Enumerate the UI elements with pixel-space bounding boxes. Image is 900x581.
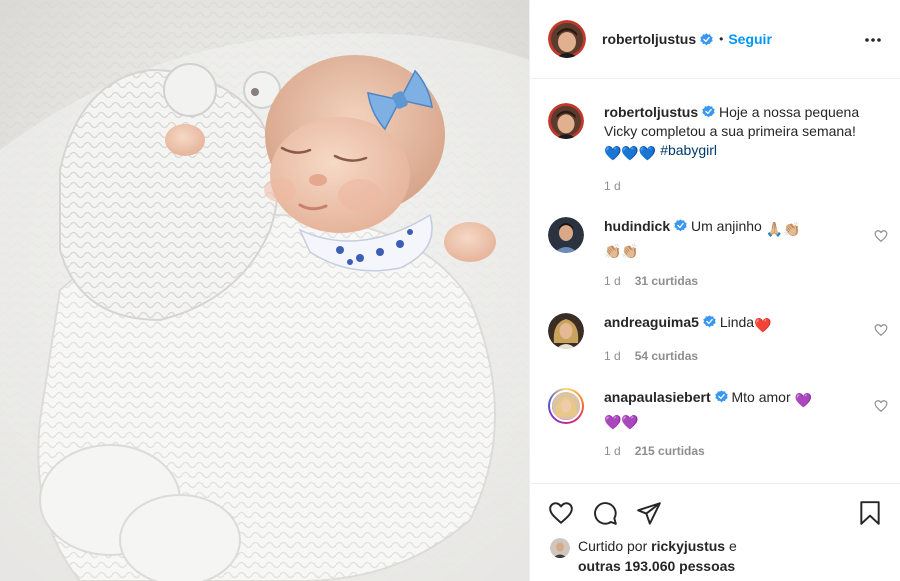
commenter-username[interactable]: andreaguima5: [604, 314, 699, 330]
caption: robertoljustus Hoje a nossa pequena Vick…: [548, 103, 888, 203]
comment-emojis: ❤️: [754, 317, 772, 333]
caption-emojis: 💙💙💙: [604, 145, 657, 161]
heart-icon[interactable]: [874, 399, 888, 413]
comments-list: robertoljustus Hoje a nossa pequena Vick…: [530, 79, 900, 483]
commenter-username[interactable]: hudindick: [604, 218, 670, 234]
post-actions: Curtido por rickyjustus e outras 193.060…: [530, 483, 900, 581]
comment-icon[interactable]: [592, 500, 618, 526]
share-icon[interactable]: [636, 500, 662, 526]
follow-button[interactable]: Seguir: [728, 31, 772, 47]
liker-username[interactable]: rickyjustus: [651, 538, 725, 554]
comment-likes[interactable]: 31 curtidas: [635, 274, 698, 288]
comment-emojis: 💜: [794, 392, 812, 408]
comment-time[interactable]: 1 d: [604, 349, 621, 363]
commenter-avatar-story-ring[interactable]: [548, 388, 584, 424]
verified-badge-icon: [674, 219, 687, 232]
comment-text: Um anjinho: [691, 218, 762, 234]
verified-badge-icon: [700, 32, 713, 45]
comment-text: Mto amor: [731, 389, 791, 405]
post-header: robertoljustus • Seguir: [530, 0, 900, 79]
commenter-avatar[interactable]: [548, 217, 584, 253]
comment-emojis: 👏🏼👏🏼: [604, 243, 639, 259]
comment-emojis: 💜💜: [604, 414, 639, 430]
likes-prefix: Curtido por: [578, 538, 648, 554]
separator-dot: •: [719, 32, 724, 46]
caption-time[interactable]: 1 d: [604, 179, 621, 193]
comment-meta: 1 d 31 curtidas: [604, 274, 698, 288]
verified-badge-icon: [703, 315, 716, 328]
comment-item: andreaguima5 Linda❤️ 1 d 54 curtidas: [548, 313, 888, 373]
comment-likes[interactable]: 54 curtidas: [635, 349, 698, 363]
comment-meta: 1 d 54 curtidas: [604, 349, 698, 363]
verified-badge-icon: [714, 390, 728, 403]
more-options-icon[interactable]: [864, 31, 882, 49]
author-avatar[interactable]: [548, 20, 586, 58]
heart-icon[interactable]: [548, 500, 574, 526]
commenter-username[interactable]: anapaulasiebert: [604, 389, 711, 405]
likes-others[interactable]: outras 193.060 pessoas: [578, 558, 735, 574]
post-photo[interactable]: [0, 0, 529, 581]
liker-avatar[interactable]: [550, 538, 570, 558]
comment-meta: 1 d 215 curtidas: [604, 444, 705, 458]
comment-likes[interactable]: 215 curtidas: [635, 444, 705, 458]
author-username[interactable]: robertoljustus: [602, 31, 696, 47]
comment-time[interactable]: 1 d: [604, 444, 621, 458]
comment-time[interactable]: 1 d: [604, 274, 621, 288]
post-side-panel: robertoljustus • Seguir robertoljustus H…: [529, 0, 900, 581]
comment-emojis: 🙏🏼👏🏼: [765, 221, 801, 237]
verified-badge-icon: [702, 105, 715, 118]
commenter-avatar[interactable]: [548, 313, 584, 349]
heart-icon[interactable]: [874, 229, 888, 243]
comment-item: anapaulasiebert Mto amor 💜 💜💜 1 d 215 cur…: [548, 388, 888, 472]
likes-mid: e: [728, 538, 737, 554]
comment-text: Linda: [719, 314, 755, 330]
heart-icon[interactable]: [874, 323, 888, 337]
hashtag-link[interactable]: #babygirl: [660, 142, 717, 158]
caption-username[interactable]: robertoljustus: [604, 104, 698, 120]
bookmark-icon[interactable]: [857, 500, 883, 526]
caption-avatar[interactable]: [548, 103, 584, 139]
comment-item: hudindick Um anjinho 🙏🏼👏🏼 👏🏼👏🏼 1 d 31 cur…: [548, 217, 888, 297]
